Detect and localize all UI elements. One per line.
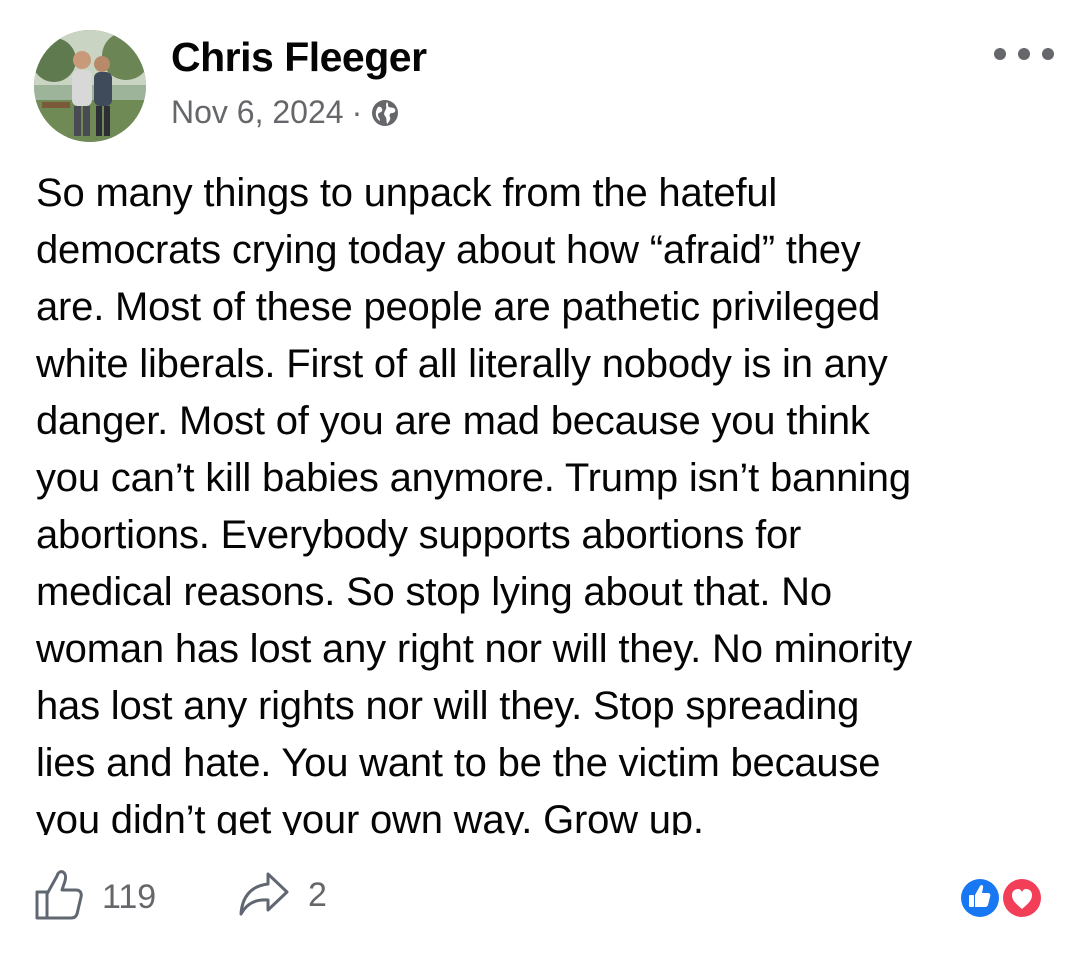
post-footer: 119 2 [34,868,1048,928]
share-count: 2 [308,876,327,914]
reactions-summary[interactable] [956,874,1048,922]
share-button[interactable]: 2 [238,868,327,923]
post-body-text: So many things to unpack from the hatefu… [36,171,913,835]
like-count: 119 [102,878,157,916]
like-reaction-icon [958,876,1002,920]
share-arrow-icon [238,868,290,923]
meta-separator: · [351,94,363,130]
globe-icon [370,98,400,128]
more-dot [1042,48,1054,60]
love-reaction-icon [1000,876,1044,920]
author-name[interactable]: Chris Fleeger [171,34,427,81]
author-avatar[interactable] [34,30,146,142]
like-button[interactable]: 119 [34,868,156,927]
more-options-button[interactable] [994,44,1054,64]
post-meta: Nov 6, 2024 · [171,94,400,131]
thumbs-up-icon [34,868,84,927]
more-dot [1018,48,1030,60]
more-dot [994,48,1006,60]
post-date[interactable]: Nov 6, 2024 [171,94,344,131]
post-header: Chris Fleeger Nov 6, 2024 · [34,30,1054,145]
